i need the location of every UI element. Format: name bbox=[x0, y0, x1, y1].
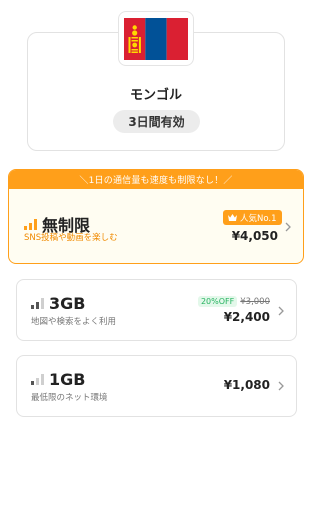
discount-row: 20%OFF ¥3,000 bbox=[197, 296, 270, 307]
plan-price: ¥1,080 bbox=[223, 378, 270, 392]
signal-bars-icon bbox=[24, 218, 37, 230]
plan-title: 3GB bbox=[31, 294, 85, 313]
plan-price: ¥2,400 bbox=[223, 310, 270, 324]
plan-name: 3GB bbox=[49, 294, 86, 313]
chevron-right-icon bbox=[278, 381, 284, 391]
country-name: モンゴル bbox=[129, 88, 182, 103]
plan-banner: ＼1日の通信量も速度も制限なし！／ bbox=[9, 170, 303, 189]
plan-description: 最低限のネット環境 bbox=[31, 393, 108, 403]
signal-bars-icon bbox=[31, 374, 44, 385]
plan-card-3gb[interactable]: 3GB 地図や検索をよく利用 20%OFF ¥3,000 ¥2,400 bbox=[16, 279, 297, 341]
popular-badge: 人気No.1 bbox=[223, 210, 282, 225]
original-price: ¥3,000 bbox=[240, 296, 270, 307]
plan-description: SNS投稿や動画を楽しむ bbox=[24, 233, 118, 243]
chevron-right-icon bbox=[278, 306, 284, 316]
crown-icon bbox=[228, 214, 237, 221]
plan-card-unlimited[interactable]: ＼1日の通信量も速度も制限なし！／ 無制限 SNS投稿や動画を楽しむ 人気No.… bbox=[8, 169, 304, 264]
plan-price: ¥4,050 bbox=[231, 229, 278, 243]
validity-badge: 3日間有効 bbox=[113, 110, 200, 133]
signal-bars-icon bbox=[31, 298, 44, 309]
mongolia-flag-icon bbox=[124, 17, 188, 60]
plan-description: 地図や検索をよく利用 bbox=[31, 317, 117, 327]
plan-title: 1GB bbox=[31, 370, 85, 389]
chevron-right-icon bbox=[285, 222, 291, 232]
popular-badge-label: 人気No.1 bbox=[240, 213, 277, 224]
plan-name: 1GB bbox=[49, 370, 86, 389]
flag-frame bbox=[118, 11, 194, 66]
plan-card-1gb[interactable]: 1GB 最低限のネット環境 ¥1,080 bbox=[16, 355, 297, 417]
discount-badge: 20%OFF bbox=[197, 296, 238, 307]
